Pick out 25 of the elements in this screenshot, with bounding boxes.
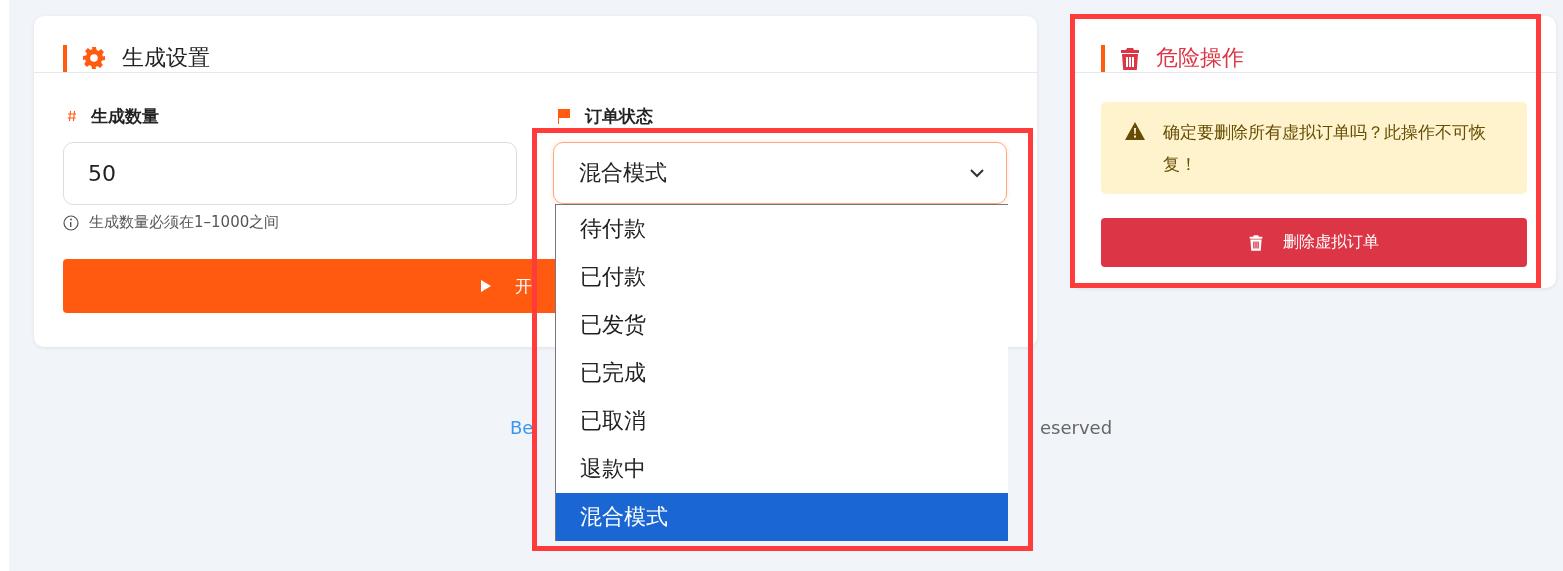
footer-text: Be bbox=[510, 417, 534, 438]
field-label: 生成数量 bbox=[91, 104, 159, 128]
trash-icon bbox=[1249, 234, 1263, 251]
dropdown-option[interactable]: 已完成 bbox=[556, 349, 1008, 397]
dropdown-option[interactable]: 已取消 bbox=[556, 397, 1008, 445]
field-label: 订单状态 bbox=[585, 104, 653, 128]
card-title: 生成设置 bbox=[122, 44, 210, 72]
dropdown-option[interactable]: 退款中 bbox=[556, 445, 1008, 493]
hash-icon bbox=[67, 110, 77, 122]
gear-icon bbox=[82, 46, 106, 70]
warning-icon bbox=[1125, 122, 1145, 140]
dropdown-option[interactable]: 待付款 bbox=[556, 205, 1008, 253]
warning-text: 确定要删除所有虚拟订单吗？此操作不可恢复！ bbox=[1163, 121, 1487, 176]
info-icon bbox=[63, 214, 79, 231]
dropdown-option[interactable]: 混合模式 bbox=[556, 493, 1008, 541]
quantity-field[interactable]: 50 bbox=[63, 142, 517, 205]
footer-text: eserved bbox=[1040, 417, 1113, 438]
hint-text: 生成数量必须在1–1000之间 bbox=[89, 213, 280, 232]
delete-button[interactable]: 删除虚拟订单 bbox=[1101, 218, 1527, 267]
chevron-down-icon bbox=[970, 168, 984, 178]
status-select[interactable]: 混合模式 bbox=[553, 142, 1007, 204]
flag-icon bbox=[557, 108, 571, 124]
play-icon bbox=[481, 280, 491, 292]
trash-icon bbox=[1120, 48, 1140, 70]
card-title: 危险操作 bbox=[1156, 44, 1244, 72]
